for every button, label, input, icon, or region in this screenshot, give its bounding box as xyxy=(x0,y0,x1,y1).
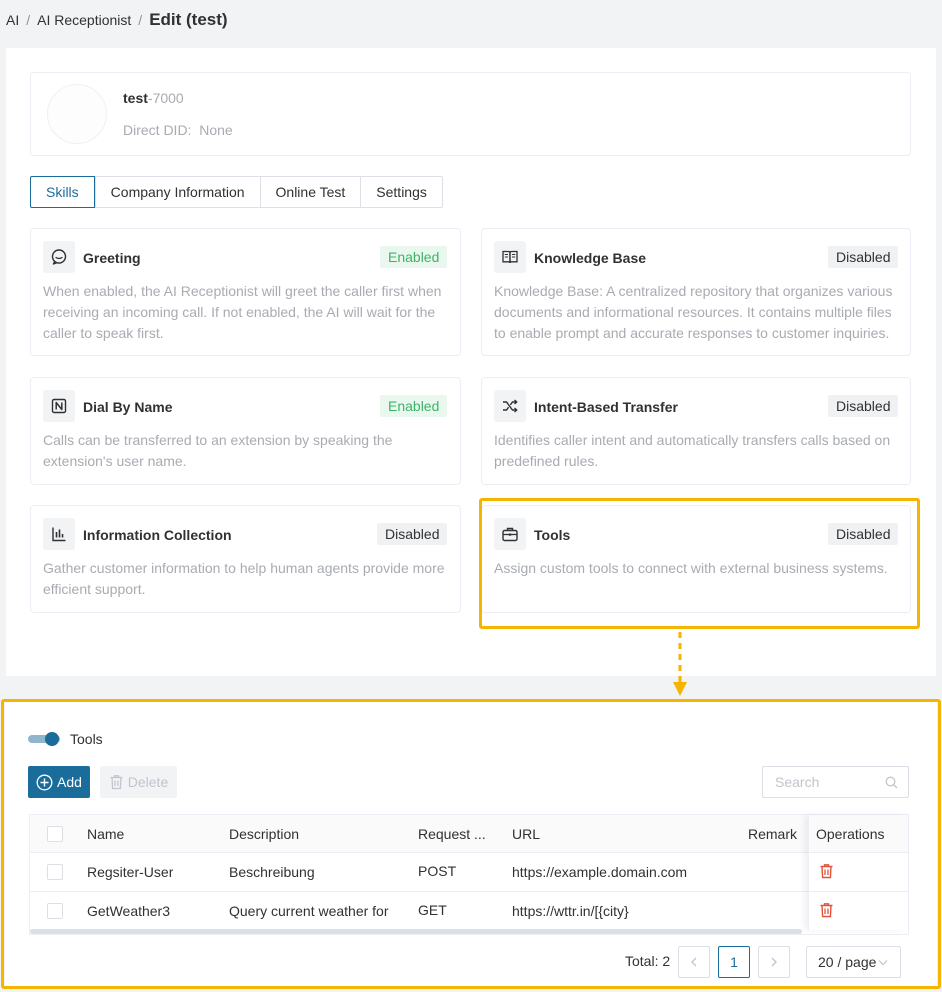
desc-line: Calls can be transferred to an extension… xyxy=(43,432,393,448)
desc-line: Knowledge Base: A centralized repository… xyxy=(494,283,893,299)
skill-title: Dial By Name xyxy=(83,399,173,415)
tab-bar: Skills Company Information Online Test S… xyxy=(30,176,443,208)
skill-title: Knowledge Base xyxy=(534,250,647,266)
status-badge: Disabled xyxy=(828,246,899,268)
status-badge: Enabled xyxy=(380,395,448,417)
avatar xyxy=(47,84,107,144)
bar-chart-icon xyxy=(43,518,75,550)
page-title: Edit (test) xyxy=(149,10,228,29)
status-badge: Disabled xyxy=(377,523,448,545)
skill-title: Intent-Based Transfer xyxy=(534,399,678,415)
tab-company-information[interactable]: Company Information xyxy=(94,177,260,207)
book-icon xyxy=(494,241,526,273)
did-label: Direct DID: xyxy=(123,122,192,138)
skill-description: Knowledge Base: A centralized repository… xyxy=(494,281,904,344)
desc-line: receiving an incoming call. If not enabl… xyxy=(43,304,436,320)
desc-line: documents and informational resources. I… xyxy=(494,304,892,320)
tools-card-highlight xyxy=(479,498,920,629)
name-directory-icon xyxy=(43,390,75,422)
profile-card xyxy=(30,72,911,156)
desc-line: When enabled, the AI Receptionist will g… xyxy=(43,283,442,299)
skill-title: Greeting xyxy=(83,250,141,266)
skill-description: Calls can be transferred to an extension… xyxy=(43,430,453,472)
skill-title: Information Collection xyxy=(83,527,232,543)
desc-line: Identifies caller intent and automatical… xyxy=(494,432,891,448)
profile-extension: -7000 xyxy=(147,90,184,106)
desc-line: extension's user name. xyxy=(43,453,187,469)
status-badge: Disabled xyxy=(828,395,899,417)
tools-panel-highlight xyxy=(1,699,941,989)
arrow-down-icon xyxy=(673,632,687,696)
profile-name-text: test xyxy=(123,90,148,106)
desc-line: caller to speak first. xyxy=(43,325,164,341)
profile-name: test-7000 xyxy=(123,90,184,106)
skill-description: Identifies caller intent and automatical… xyxy=(494,430,904,472)
chat-bubble-icon xyxy=(43,241,75,273)
desc-line: predefined rules. xyxy=(494,453,599,469)
tab-skills[interactable]: Skills xyxy=(30,176,95,208)
shuffle-icon xyxy=(494,390,526,422)
breadcrumb-ai[interactable]: AI xyxy=(6,12,19,28)
breadcrumb-ai-receptionist[interactable]: AI Receptionist xyxy=(37,12,131,28)
desc-line: efficient support. xyxy=(43,581,146,597)
desc-line: Gather customer information to help huma… xyxy=(43,560,445,576)
skill-description: Gather customer information to help huma… xyxy=(43,558,453,600)
breadcrumb: AI / AI Receptionist / Edit (test) xyxy=(6,9,228,31)
did-value: None xyxy=(199,122,233,138)
breadcrumb-separator: / xyxy=(138,12,143,28)
desc-line: to enable prompt and accurate responses … xyxy=(494,325,890,341)
status-badge: Enabled xyxy=(380,246,448,268)
tab-settings[interactable]: Settings xyxy=(360,177,442,207)
breadcrumb-separator: / xyxy=(26,12,31,28)
skill-description: When enabled, the AI Receptionist will g… xyxy=(43,281,453,344)
tab-online-test[interactable]: Online Test xyxy=(259,177,361,207)
direct-did: Direct DID: None xyxy=(123,122,233,138)
